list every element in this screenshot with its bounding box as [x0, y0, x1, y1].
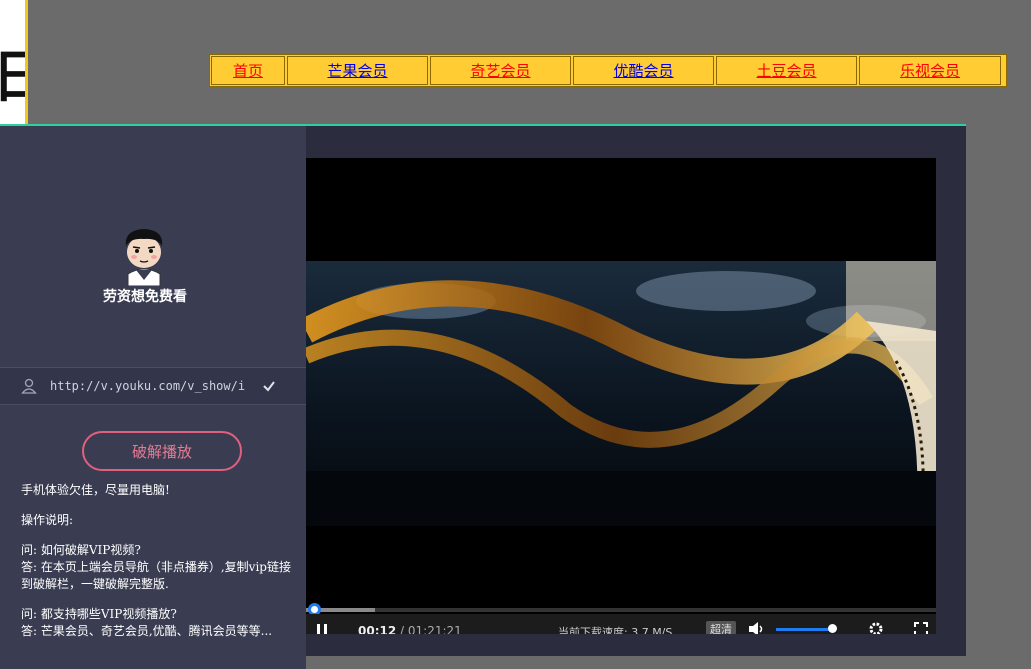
- vip-nav-bar: 首页 芒果会员 奇艺会员 优酷会员 土豆会员 乐视会员: [209, 54, 1007, 87]
- volume-knob[interactable]: [828, 624, 837, 633]
- progress-bar[interactable]: [306, 603, 936, 616]
- vip-url-input[interactable]: [50, 379, 248, 393]
- volume-slider[interactable]: [776, 628, 834, 631]
- check-icon[interactable]: [262, 379, 276, 393]
- gear-icon[interactable]: [868, 621, 884, 634]
- faq-answer: 答: 在本页上端会员导航（非点播券）,复制vip链接到破解栏，一键破解完整版.: [21, 560, 291, 591]
- main-panel: 劳资想免费看 破解播放 手机体验欠佳，尽量用电脑! 操作说明: 问: 如何破解V…: [0, 124, 966, 669]
- site-logo: 旧: [0, 0, 28, 128]
- current-time: 00:12: [358, 624, 397, 634]
- faq-answer: 答: 芒果会员、奇艺会员,优酷、腾讯会员等等...: [21, 624, 273, 638]
- crack-play-button[interactable]: 破解播放: [82, 431, 242, 471]
- nav-letv-vip[interactable]: 乐视会员: [859, 56, 1001, 85]
- fullscreen-icon[interactable]: [914, 622, 928, 634]
- faq-question: 问: 都支持哪些VIP视频播放?: [21, 607, 177, 621]
- nav-youku-vip[interactable]: 优酷会员: [573, 56, 714, 85]
- faq-2: 问: 都支持哪些VIP视频播放? 答: 芒果会员、奇艺会员,优酷、腾讯会员等等.…: [21, 606, 291, 640]
- nav-iqiyi-vip[interactable]: 奇艺会员: [430, 56, 571, 85]
- faq-1: 问: 如何破解VIP视频? 答: 在本页上端会员导航（非点播券）,复制vip链接…: [21, 542, 291, 593]
- logo-glyph: 旧: [0, 50, 25, 106]
- volume-icon[interactable]: [748, 622, 766, 634]
- sidebar: 劳资想免费看 破解播放 手机体验欠佳，尽量用电脑! 操作说明: 问: 如何破解V…: [0, 126, 306, 669]
- url-input-row: [0, 367, 306, 405]
- brand-slogan: 劳资想免费看: [103, 289, 187, 305]
- mobile-tip: 手机体验欠佳，尽量用电脑!: [21, 483, 170, 497]
- nav-home[interactable]: 首页: [211, 56, 285, 85]
- video-player[interactable]: 00:12 / 01:21:21 当前下载速度: 3.7 M/S 超清: [306, 158, 936, 634]
- pause-icon[interactable]: [316, 624, 328, 634]
- howto-title: 操作说明:: [21, 513, 74, 527]
- instructions: 手机体验欠佳，尽量用电脑! 操作说明: 问: 如何破解VIP视频? 答: 在本页…: [21, 482, 291, 653]
- avatar: [125, 229, 163, 286]
- video-frame: [306, 261, 936, 526]
- user-icon: [21, 378, 37, 394]
- download-speed: 当前下载速度: 3.7 M/S: [558, 626, 673, 634]
- duration: 01:21:21: [407, 624, 462, 634]
- faq-question: 问: 如何破解VIP视频?: [21, 543, 141, 557]
- quality-button[interactable]: 超清: [706, 621, 736, 634]
- nav-mango-vip[interactable]: 芒果会员: [287, 56, 428, 85]
- time-separator: /: [396, 624, 408, 634]
- nav-tudou-vip[interactable]: 土豆会员: [716, 56, 857, 85]
- time-display: 00:12 / 01:21:21: [358, 624, 462, 634]
- player-controls: 00:12 / 01:21:21 当前下载速度: 3.7 M/S 超清: [306, 614, 936, 634]
